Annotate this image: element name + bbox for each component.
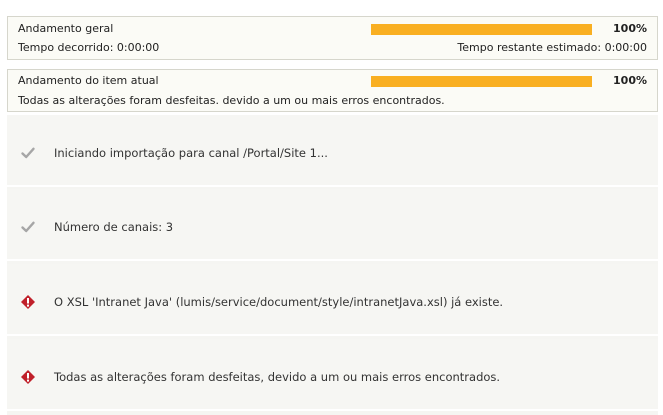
overall-progress-fill — [371, 24, 592, 35]
log-list: Iniciando importação para canal /Portal/… — [7, 115, 658, 415]
error-icon — [20, 369, 36, 385]
elapsed-time: Tempo decorrido: 0:00:00 — [18, 41, 160, 54]
log-item: Número de canais: 3 — [7, 189, 658, 261]
item-progress-fill — [371, 76, 592, 87]
item-status-message: Todas as alterações foram desfeitas. dev… — [18, 94, 445, 107]
check-icon — [20, 145, 36, 161]
overall-progress-label: Andamento geral — [18, 22, 114, 35]
check-icon — [20, 219, 36, 235]
log-item: Iniciando importação para canal /Portal/… — [7, 115, 658, 187]
item-progress-percent: 100% — [613, 74, 647, 87]
log-text: O XSL 'Intranet Java' (lumis/service/doc… — [54, 295, 504, 309]
log-item: O XSL 'Intranet Java' (lumis/service/doc… — [7, 264, 658, 336]
log-text: Todas as alterações foram desfeitas, dev… — [54, 370, 501, 384]
overall-progress-panel: Andamento geral 100% Tempo decorrido: 0:… — [7, 16, 658, 60]
item-progress-bar — [371, 76, 592, 87]
overall-progress-bar — [371, 24, 592, 35]
error-icon — [20, 294, 36, 310]
item-progress-label: Andamento do item atual — [18, 74, 159, 87]
item-progress-panel: Andamento do item atual 100% Todas as al… — [7, 69, 658, 112]
overall-progress-percent: 100% — [613, 22, 647, 35]
log-item: Todas as alterações foram desfeitas, dev… — [7, 339, 658, 411]
remaining-time: Tempo restante estimado: 0:00:00 — [457, 41, 647, 54]
log-text: Número de canais: 3 — [54, 220, 174, 234]
log-text: Iniciando importação para canal /Portal/… — [54, 146, 328, 160]
